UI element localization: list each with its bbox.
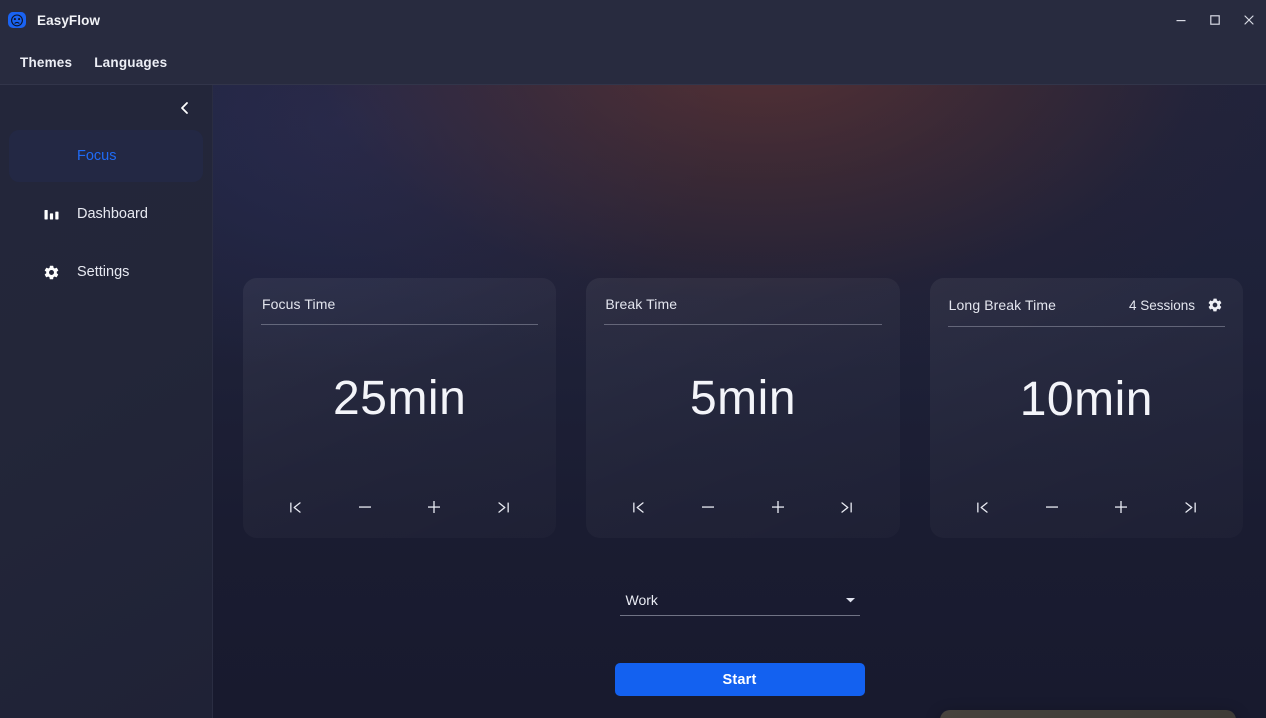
card-value: 25min (333, 372, 467, 425)
close-icon[interactable] (1232, 0, 1266, 40)
skip-start-icon[interactable] (619, 490, 659, 524)
card-value: 10min (1019, 373, 1153, 426)
skip-end-icon[interactable] (1170, 490, 1210, 524)
stepper-row (948, 482, 1225, 538)
minimize-icon[interactable] (1164, 0, 1198, 40)
skip-start-icon[interactable] (962, 490, 1002, 524)
minus-icon[interactable] (1032, 490, 1072, 524)
sidebar-item-label-dashboard: Dashboard (77, 205, 148, 222)
category-select[interactable]: Work (619, 584, 860, 616)
gear-icon (41, 264, 61, 281)
start-button[interactable]: Start (614, 663, 865, 696)
card-value: 5min (689, 372, 797, 425)
skip-end-icon[interactable] (827, 490, 867, 524)
sidebar: Focus Dashboard Settings (0, 85, 213, 718)
card-focus-time: Focus Time 25min (243, 278, 557, 538)
card-break-time: Break Time 5min (586, 278, 900, 538)
card-header: Break Time (604, 296, 882, 325)
timer-cards: Focus Time 25min Break Time 5min Long Br… (243, 278, 1243, 538)
app-title: EasyFlow (37, 12, 101, 28)
gear-icon[interactable] (1206, 296, 1224, 314)
plus-icon[interactable] (1101, 490, 1141, 524)
minus-icon[interactable] (345, 490, 385, 524)
minus-icon[interactable] (688, 490, 728, 524)
card-header: Focus Time (261, 296, 539, 325)
category-select-value: Work (625, 591, 658, 608)
plus-icon[interactable] (758, 490, 798, 524)
sidebar-nav: Focus Dashboard Settings (0, 130, 212, 298)
menu-item-themes[interactable]: Themes (9, 50, 83, 75)
stepper-row (604, 482, 881, 538)
main-content: Focus Time 25min Break Time 5min Long Br… (213, 85, 1266, 718)
easyflow-window: EasyFlow Themes Languages Focus Dashboar… (0, 0, 1266, 718)
card-long-break-time: Long Break Time 4 Sessions 10min (929, 278, 1243, 538)
skip-end-icon[interactable] (484, 490, 524, 524)
bear-logo-icon (7, 10, 27, 30)
card-header: Long Break Time 4 Sessions (947, 296, 1225, 327)
card-header-right: 4 Sessions (1129, 296, 1224, 314)
sidebar-item-label-focus: Focus (77, 147, 117, 164)
stepper-row (261, 482, 538, 538)
bar-chart-icon (41, 206, 61, 223)
sessions-count: 4 Sessions (1128, 297, 1195, 313)
sidebar-item-dashboard[interactable]: Dashboard (9, 188, 203, 240)
sidebar-item-label-settings: Settings (77, 263, 130, 280)
card-title: Long Break Time (948, 297, 1056, 313)
caret-down-icon (845, 596, 856, 604)
body: Focus Dashboard Settings Focus Time 25mi… (0, 85, 1266, 718)
category-select-wrap: Work (619, 584, 860, 616)
chevron-left-icon[interactable] (174, 97, 196, 119)
menubar: Themes Languages (0, 40, 1266, 85)
sidebar-collapse-row (0, 85, 212, 130)
titlebar: EasyFlow (0, 0, 1266, 40)
card-title: Break Time (605, 296, 678, 312)
skip-start-icon[interactable] (276, 490, 316, 524)
plus-icon[interactable] (414, 490, 454, 524)
card-title: Focus Time (262, 296, 336, 312)
maximize-icon[interactable] (1198, 0, 1232, 40)
sidebar-item-settings[interactable]: Settings (9, 246, 203, 298)
sidebar-item-focus[interactable]: Focus (9, 130, 203, 182)
toast-notification[interactable]: Success Changed Color Theme To Blue. (940, 710, 1236, 718)
menu-item-languages[interactable]: Languages (83, 50, 178, 75)
window-controls (1164, 0, 1266, 40)
